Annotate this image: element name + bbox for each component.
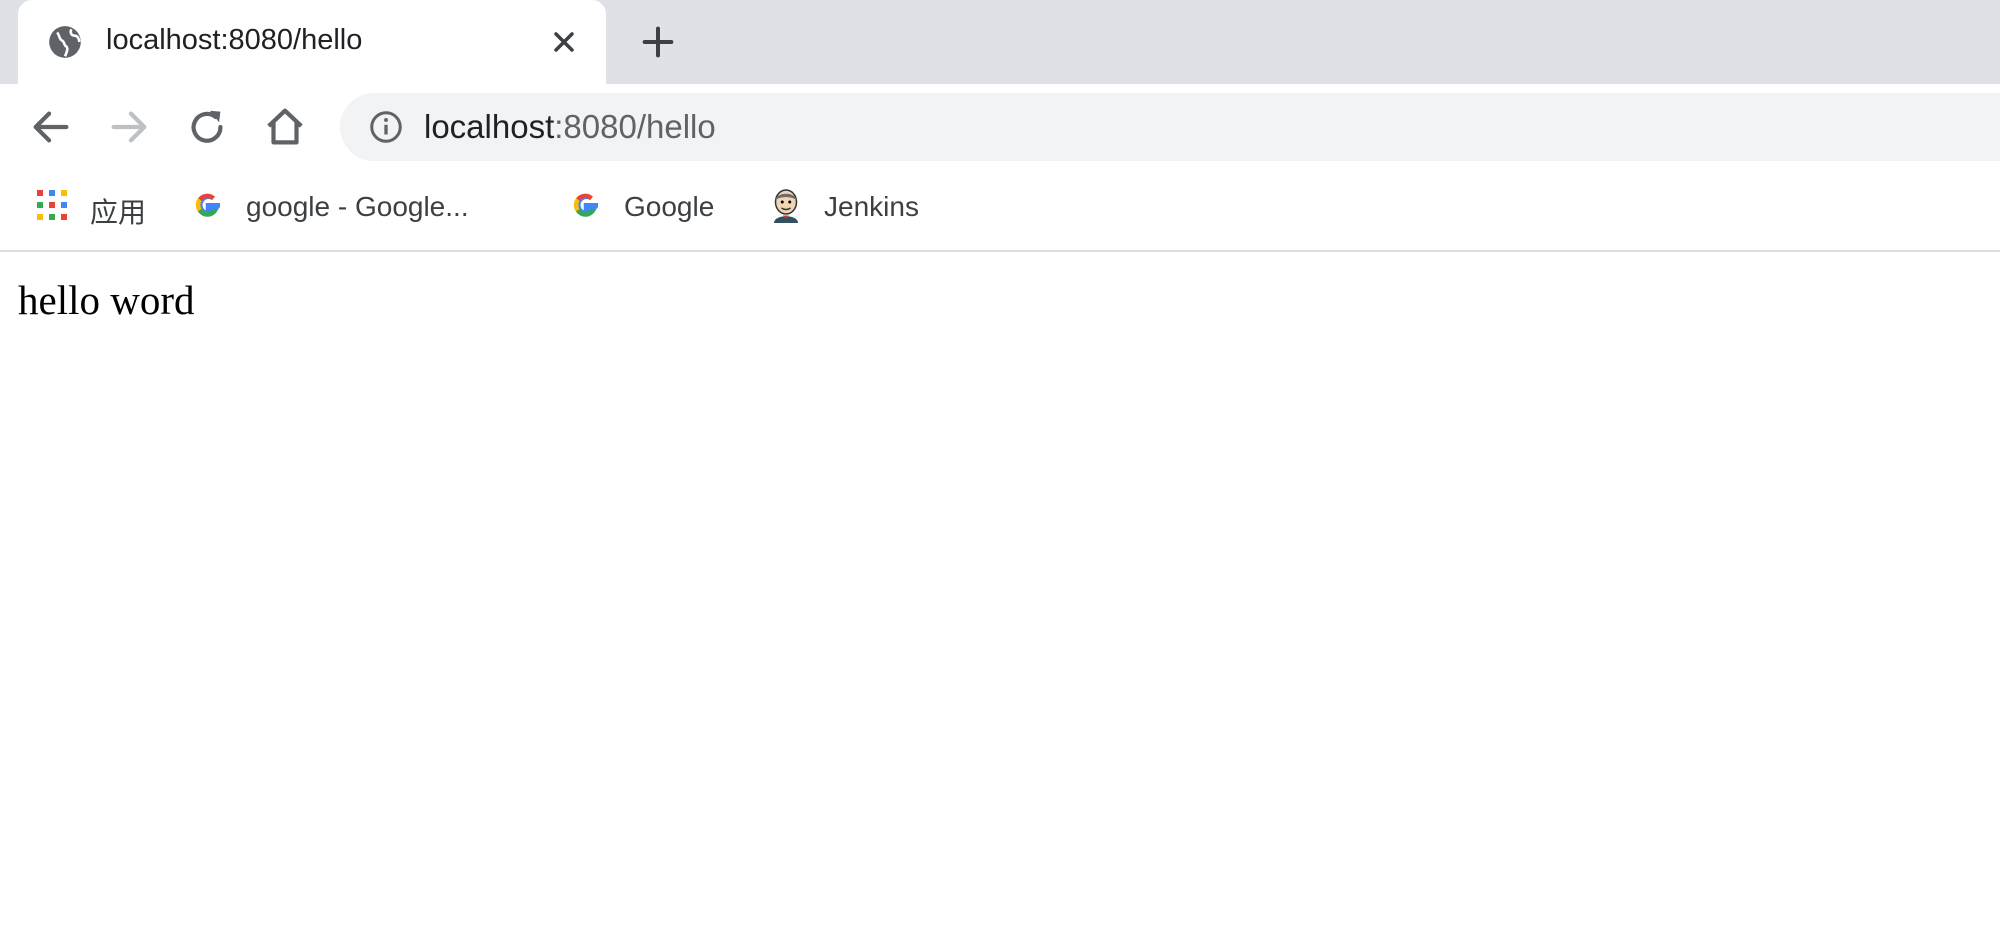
bookmark-label: Jenkins [824,191,919,222]
jenkins-icon [774,189,798,223]
bookmark-apps[interactable]: 应用 [34,182,154,228]
google-icon [195,193,220,217]
tab-title: localhost:8080/hello [106,24,363,56]
google-icon [573,193,598,217]
bookmark-label: google - Google... [246,191,469,222]
back-arrow-icon[interactable] [28,104,74,150]
bookmarks-bar: 应用 google - Google... Google Jenkins [0,170,2000,252]
bookmark-label: Google [624,191,715,222]
bookmark-label: 应用 [90,197,147,228]
url-text[interactable]: localhost:8080/hello [424,108,716,146]
tab-strip: localhost:8080/hello [0,0,2000,84]
active-tab[interactable]: localhost:8080/hello [18,0,606,84]
close-tab-icon[interactable] [548,26,580,58]
globe-icon [49,26,81,58]
bookmark-google[interactable]: Google [568,182,748,228]
url-host: localhost [424,108,555,145]
url-path: :8080/hello [554,108,716,145]
home-icon[interactable] [262,104,308,150]
new-tab-icon[interactable] [638,22,678,62]
apps-grid-icon [37,190,67,220]
browser-toolbar: localhost:8080/hello [0,84,2000,170]
info-icon[interactable] [368,109,404,145]
address-bar[interactable]: localhost:8080/hello [340,93,2000,161]
page-body-text: hello word [18,277,195,323]
bookmark-google-search[interactable]: google - Google... [190,182,530,228]
bookmark-jenkins[interactable]: Jenkins [768,182,948,228]
reload-icon[interactable] [184,104,230,150]
forward-arrow-icon[interactable] [106,104,152,150]
